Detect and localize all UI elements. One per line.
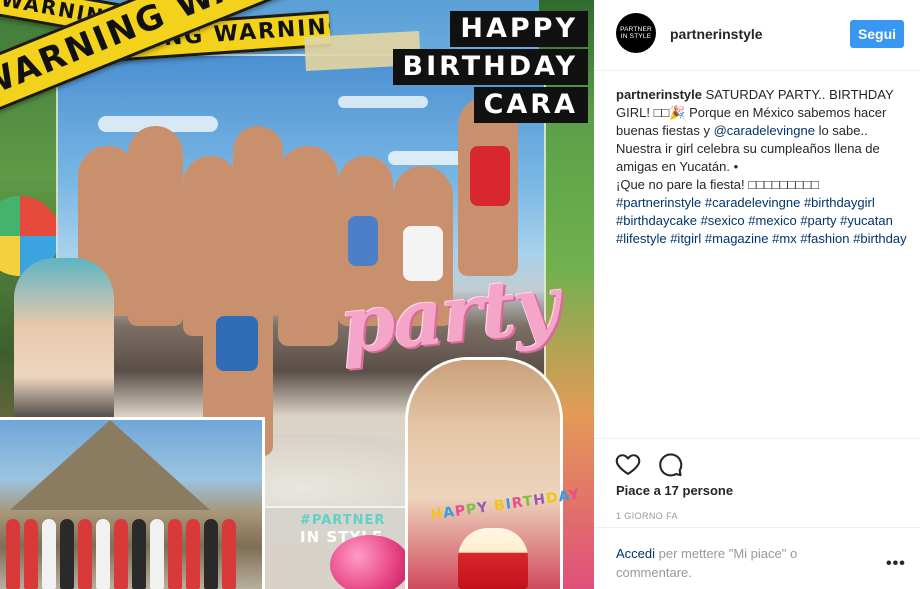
hashtag-link[interactable]: #partnerinstyle <box>616 195 701 210</box>
watermark-line-1: #PARTNER <box>300 513 386 528</box>
post-image[interactable]: WARNING WARNING WARNING WARNING WARNING … <box>0 0 594 589</box>
login-link[interactable]: Accedi <box>616 546 655 561</box>
hashtag-link[interactable]: #birthdaygirl <box>804 195 875 210</box>
hashtag-link[interactable]: #fashion <box>800 231 849 246</box>
hashtag-link[interactable]: #birthdaycake <box>616 213 697 228</box>
avatar[interactable]: PARTNER IN STYLE <box>616 13 656 53</box>
comment-login-prompt: Accedi per mettere "Mi piace" o commenta… <box>594 527 920 589</box>
hashtag-link[interactable]: #birthday <box>853 231 906 246</box>
hashtag-link[interactable]: #lifestyle <box>616 231 667 246</box>
balloon <box>330 535 410 589</box>
avatar-text-line-2: IN STYLE <box>620 33 652 40</box>
post-actions: Piace a 17 persone 1 GIORNO FA <box>594 438 920 521</box>
post-header: PARTNER IN STYLE partnerinstyle Segui <box>594 0 920 71</box>
blue-swimsuit <box>348 216 378 266</box>
title-cara: CARA <box>473 87 588 123</box>
title-birthday: BIRTHDAY <box>392 49 588 85</box>
hashtag-list: #partnerinstyle #caradelevingne #birthda… <box>616 195 907 246</box>
cloud <box>338 96 428 108</box>
hashtag-link[interactable]: #mx <box>772 231 797 246</box>
title-happy: HAPPY <box>450 11 588 47</box>
person <box>128 126 183 326</box>
follow-button[interactable]: Segui <box>850 20 904 48</box>
more-options-icon[interactable]: ••• <box>886 556 906 572</box>
hashtag-link[interactable]: #itgirl <box>670 231 701 246</box>
comment-icon[interactable] <box>656 450 684 478</box>
likes-count[interactable]: Piace a 17 persone <box>616 483 733 498</box>
post-details-panel: PARTNER IN STYLE partnerinstyle Segui pa… <box>594 0 920 589</box>
cara-portrait-left <box>14 258 114 428</box>
person <box>278 146 338 346</box>
comment-prompt-text: Accedi per mettere "Mi piace" o commenta… <box>616 544 846 582</box>
pyramid-group-photo <box>0 420 262 589</box>
username-link[interactable]: partnerinstyle <box>670 26 763 42</box>
blue-swimsuit <box>216 316 258 371</box>
post-timestamp: 1 GIORNO FA <box>616 511 678 521</box>
instagram-post-view: WARNING WARNING WARNING WARNING WARNING … <box>0 0 920 589</box>
hashtag-link[interactable]: #magazine <box>705 231 769 246</box>
caption-text: ¡Que no pare la fiesta! □□□□□□□□□ <box>616 177 819 192</box>
avatar-text-line-1: PARTNER <box>620 26 652 33</box>
mention-link[interactable]: @caradelevingne <box>714 123 815 138</box>
hashtag-link[interactable]: #mexico <box>748 213 796 228</box>
pyramid-shape <box>10 420 210 510</box>
heart-icon[interactable] <box>614 450 642 478</box>
birthday-cupcake <box>458 528 528 589</box>
post-caption: partnerinstyle SATURDAY PARTY.. BIRTHDAY… <box>616 86 908 248</box>
hashtag-link[interactable]: #sexico <box>701 213 745 228</box>
hashtag-link[interactable]: #caradelevingne <box>705 195 800 210</box>
hashtag-link[interactable]: #yucatan <box>840 213 893 228</box>
group-of-people <box>0 511 262 589</box>
red-swimsuit <box>470 146 510 206</box>
hashtag-link[interactable]: #party <box>800 213 836 228</box>
caption-username-link[interactable]: partnerinstyle <box>616 87 702 102</box>
